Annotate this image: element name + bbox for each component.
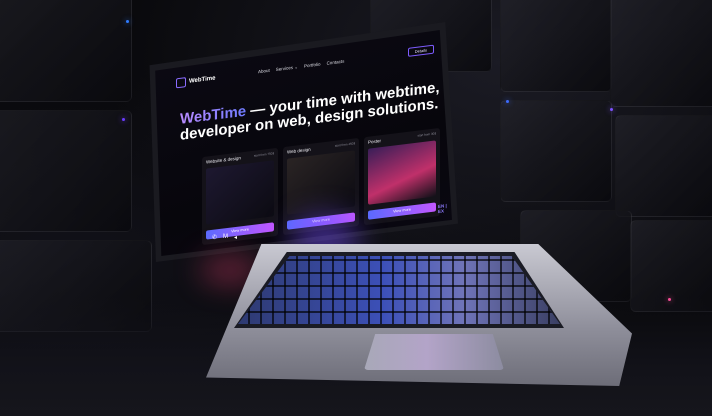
whatsapp-icon[interactable]: ✆ (212, 234, 217, 241)
card-title: Web design (287, 146, 311, 155)
wall-tile (615, 115, 712, 217)
service-card[interactable]: Website & design start from 750$ View mo… (202, 147, 278, 246)
gmail-icon[interactable]: M (223, 234, 228, 241)
language-switch[interactable]: EN | EX (438, 202, 452, 214)
brand-name: WebTime (189, 75, 216, 85)
card-price: start from 450$ (334, 141, 355, 148)
wall-tile (500, 100, 612, 202)
card-price: start from 30$ (417, 131, 436, 138)
view-more-button[interactable]: View more (368, 202, 436, 220)
card-title: Poster (368, 138, 382, 145)
wall-tile (0, 110, 132, 232)
light-glint (122, 118, 125, 121)
trackpad (364, 334, 504, 370)
card-title: Website & design (206, 155, 241, 165)
wall-tile (500, 0, 612, 92)
nav-item-contacts[interactable]: Contacts (327, 59, 345, 67)
nav-item-services[interactable]: Services ⌄ (276, 64, 298, 73)
nav-item-about[interactable]: About (258, 68, 270, 75)
service-card[interactable]: Poster start from 30$ View more (364, 127, 440, 226)
light-glint (126, 20, 129, 23)
social-links: ✆ M ◂ (212, 234, 237, 241)
nav-item-portfolio[interactable]: Portfolio (304, 62, 321, 70)
light-glint (610, 108, 613, 111)
card-image (287, 150, 355, 215)
keyboard-keys (238, 256, 560, 324)
light-glint (506, 100, 509, 103)
brand-logo[interactable]: WebTime (176, 73, 216, 89)
nav-menu: About Services ⌄ Portfolio Contacts (258, 59, 344, 76)
card-image (368, 140, 436, 205)
logo-icon (176, 77, 186, 89)
keyboard (234, 252, 564, 328)
wall-tile (0, 0, 132, 102)
wall-tile (610, 0, 712, 107)
telegram-icon[interactable]: ◂ (234, 234, 237, 241)
card-price: start from 750$ (253, 151, 274, 158)
details-button[interactable]: Details (407, 44, 434, 57)
card-image (206, 160, 274, 225)
